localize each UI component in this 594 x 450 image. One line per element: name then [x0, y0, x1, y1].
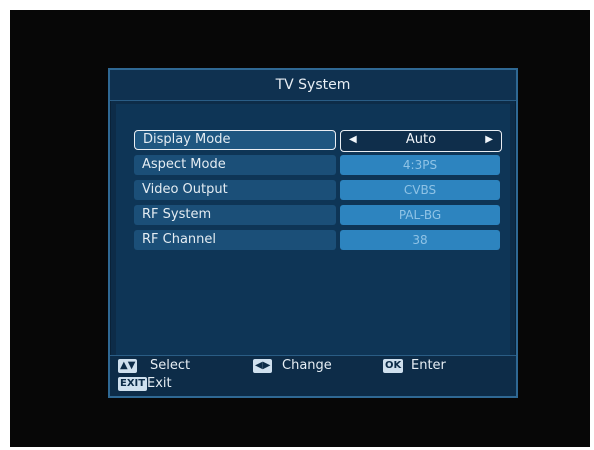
rf-channel-value[interactable]: 38: [340, 230, 500, 250]
change-hint: Change: [282, 358, 332, 373]
display-mode-label: Display Mode: [134, 130, 336, 150]
aspect-mode-value[interactable]: 4:3PS: [340, 155, 500, 175]
select-hint: Select: [150, 358, 191, 373]
row-rf-system[interactable]: RF System PAL-BG: [134, 205, 500, 225]
up-down-key-icon: ▲▼: [118, 359, 138, 373]
left-right-key-icon: ◀▶: [253, 359, 273, 373]
display-mode-value-text: Auto: [405, 132, 437, 147]
key-hint-bar: ▲▼ Select ◀▶ Change OK Enter EXIT Exit: [110, 355, 516, 396]
rf-channel-label: RF Channel: [134, 230, 336, 250]
aspect-mode-label: Aspect Mode: [134, 155, 336, 175]
row-rf-channel[interactable]: RF Channel 38: [134, 230, 500, 250]
rf-system-label: RF System: [134, 205, 336, 225]
exit-hint: Exit: [147, 376, 172, 391]
display-mode-value[interactable]: ◀ Auto ▶: [340, 130, 502, 152]
rf-system-value[interactable]: PAL-BG: [340, 205, 500, 225]
left-arrow-icon[interactable]: ◀: [349, 131, 357, 149]
video-output-value[interactable]: CVBS: [340, 180, 500, 200]
video-output-label: Video Output: [134, 180, 336, 200]
exit-key-icon: EXIT: [118, 377, 148, 391]
ok-key-icon: OK: [383, 359, 404, 373]
row-video-output[interactable]: Video Output CVBS: [134, 180, 500, 200]
row-display-mode[interactable]: Display Mode ◀ Auto ▶: [134, 130, 502, 152]
tv-system-dialog: TV System Display Mode ◀ Auto ▶ Aspect M…: [108, 68, 518, 398]
tv-screen: TV System Display Mode ◀ Auto ▶ Aspect M…: [10, 10, 590, 447]
settings-panel: Display Mode ◀ Auto ▶ Aspect Mode 4:3PS …: [116, 104, 510, 356]
right-arrow-icon[interactable]: ▶: [485, 131, 493, 149]
dialog-title: TV System: [110, 70, 516, 101]
row-aspect-mode[interactable]: Aspect Mode 4:3PS: [134, 155, 500, 175]
enter-hint: Enter: [411, 358, 446, 373]
